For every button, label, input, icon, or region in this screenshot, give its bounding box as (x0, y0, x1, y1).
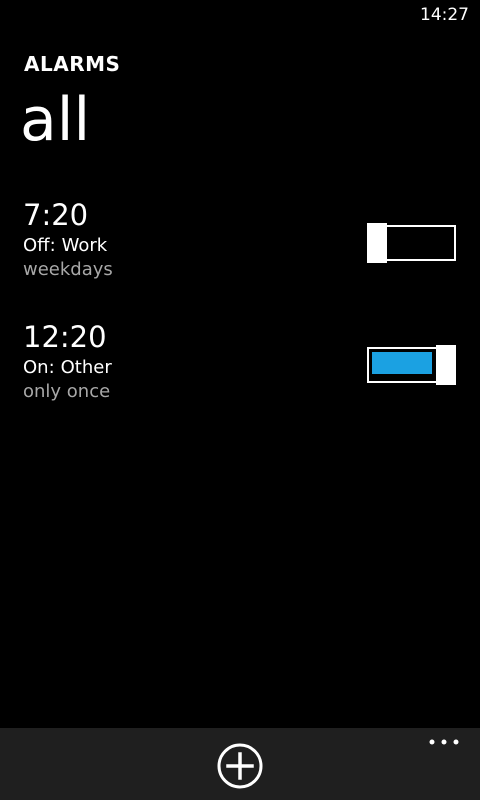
alarm-name: Other (60, 357, 112, 378)
more-icon (429, 739, 459, 745)
alarm-time: 7:20 (23, 198, 89, 232)
alarm-state: Off: (23, 235, 56, 256)
alarm-name: Work (61, 235, 108, 256)
app-bar (0, 728, 480, 800)
more-button[interactable] (426, 734, 462, 750)
toggle-thumb[interactable] (436, 345, 456, 385)
toggle-fill (372, 352, 432, 374)
alarm-toggle[interactable] (367, 345, 456, 385)
pivot-header-all[interactable]: all (20, 85, 90, 155)
add-alarm-button[interactable] (216, 742, 264, 790)
alarm-toggle[interactable] (367, 223, 456, 263)
alarm-status-line: Off: Work (23, 235, 107, 257)
add-icon (217, 743, 263, 789)
alarm-recurrence: weekdays (23, 259, 113, 280)
status-time: 14:27 (420, 5, 469, 25)
alarm-state: On: (23, 357, 55, 378)
alarm-status-line: On: Other (23, 357, 112, 379)
toggle-thumb[interactable] (367, 223, 387, 263)
alarm-time: 12:20 (23, 320, 107, 354)
alarm-item[interactable]: 12:20 On: Other only once (0, 319, 480, 409)
app-title: ALARMS (24, 52, 121, 76)
alarm-item[interactable]: 7:20 Off: Work weekdays (0, 197, 480, 287)
alarm-recurrence: only once (23, 381, 111, 402)
